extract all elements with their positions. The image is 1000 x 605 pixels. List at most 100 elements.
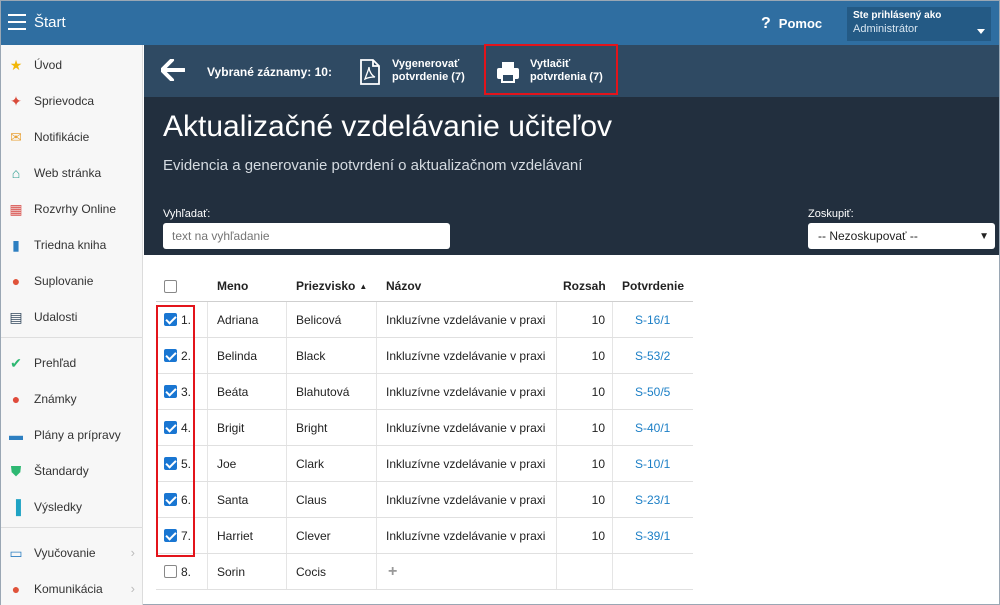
cell-priezvisko: Belicová (296, 312, 342, 327)
sidebar-item-vyucovanie[interactable]: ▭ Vyučovanie › (1, 534, 143, 570)
sidebar-item-label: Štandardy (34, 464, 89, 478)
top-bar: Štart ? Pomoc Ste prihlásený ako Administ… (1, 1, 999, 45)
table-row[interactable]: 2. Belinda Black Inkluzívne vzdelávanie v p… (156, 338, 693, 374)
row-number: 8. (181, 564, 192, 579)
column-divider (286, 374, 287, 409)
table-row[interactable]: 5. Joe Clark Inkluzívne vzdelávanie v praxi… (156, 446, 693, 482)
shield-check-icon: ⛊ (10, 463, 22, 479)
sidebar-item-label: Výsledky (34, 500, 83, 514)
sidebar-item-komunikacia[interactable]: ● Komunikácia › (1, 570, 143, 605)
sidebar-item-sprievodca[interactable]: ✦ Sprievodca (1, 82, 143, 118)
sidebar-item-uvod[interactable]: ★ Úvod (1, 46, 143, 82)
calendar-icon: ▤ (9, 309, 23, 325)
column-divider (207, 446, 208, 481)
table-row[interactable]: 1. Adriana Belicová Inkluzívne vzdelávanie … (156, 302, 693, 338)
home-icon: ⌂ (11, 165, 21, 181)
column-divider (207, 302, 208, 337)
envelope-icon: ✉ (10, 129, 22, 145)
table-row[interactable]: 6. Santa Claus Inkluzívne vzdelávanie v pra… (156, 482, 693, 518)
cell-priezvisko: Claus (296, 492, 327, 507)
column-divider (376, 338, 377, 373)
sidebar-item-suplovanie[interactable]: ● Suplovanie (1, 262, 143, 298)
back-button[interactable] (160, 58, 186, 82)
cell-rozsah: 10 (591, 348, 605, 363)
cell-priezvisko: Clark (296, 456, 325, 471)
cell-rozsah: 10 (591, 456, 605, 471)
table-row[interactable]: 4. Brigit Bright Inkluzívne vzdelávanie v p… (156, 410, 693, 446)
column-divider (207, 410, 208, 445)
cell-nazov: Inkluzívne vzdelávanie v praxi (386, 528, 546, 543)
column-divider (207, 554, 208, 589)
certificate-link[interactable]: S-16/1 (635, 302, 670, 337)
column-divider (286, 446, 287, 481)
search-input[interactable] (163, 223, 450, 249)
cell-rozsah: 10 (591, 528, 605, 543)
sidebar-item-label: Triedna kniha (34, 238, 107, 252)
menu-icon[interactable] (8, 14, 26, 30)
sidebar-item-rozvrhy-online[interactable]: ▦ Rozvrhy Online (1, 190, 143, 226)
column-divider (286, 518, 287, 553)
cell-rozsah: 10 (591, 384, 605, 399)
app-title[interactable]: Štart (34, 14, 66, 31)
table-row[interactable]: 3. Beáta Blahutová Inkluzívne vzdelávanie v… (156, 374, 693, 410)
col-rozsah[interactable]: Rozsah (563, 271, 606, 301)
sidebar-item-plany[interactable]: ▬ Plány a prípravy (1, 416, 143, 452)
cell-nazov: Inkluzívne vzdelávanie v praxi (386, 312, 546, 327)
table-row[interactable]: 7. Harriet Clever Inkluzívne vzdelávanie v … (156, 518, 693, 554)
certificate-link[interactable]: S-10/1 (635, 446, 670, 481)
cell-nazov: Inkluzívne vzdelávanie v praxi (386, 384, 546, 399)
column-divider (612, 446, 613, 481)
add-course-button[interactable]: + (388, 554, 397, 589)
col-nazov[interactable]: Názov (386, 271, 421, 301)
certificate-link[interactable]: S-40/1 (635, 410, 670, 445)
column-divider (207, 338, 208, 373)
sidebar-item-label: Suplovanie (34, 274, 94, 288)
select-all-checkbox[interactable] (164, 271, 181, 301)
col-priezvisko[interactable]: Priezvisko ▲ (296, 271, 367, 301)
person-icon: ● (11, 273, 21, 289)
col-potvrdenie[interactable]: Potvrdenie (622, 271, 684, 301)
cell-nazov: Inkluzívne vzdelávanie v praxi (386, 348, 546, 363)
grades-icon: ● (11, 391, 21, 407)
sidebar-item-web-stranka[interactable]: ⌂ Web stránka (1, 154, 143, 190)
row-checkbox[interactable] (164, 565, 177, 578)
row-select[interactable]: 8. (164, 554, 191, 589)
col-meno[interactable]: Meno (217, 271, 248, 301)
user-dropdown[interactable]: Ste prihlásený ako Administrátor (847, 7, 991, 41)
page-title: Aktualizačné vzdelávanie učiteľov (163, 110, 613, 143)
cell-nazov: Inkluzívne vzdelávanie v praxi (386, 420, 546, 435)
column-divider (376, 482, 377, 517)
group-select[interactable]: -- Nezoskupovať -- ▼ (808, 223, 995, 249)
certificate-link[interactable]: S-53/2 (635, 338, 670, 373)
help-link[interactable]: ? Pomoc (761, 15, 822, 33)
sidebar-item-prehlad[interactable]: ✔ Prehľad (1, 344, 143, 380)
column-divider (612, 302, 613, 337)
sidebar-item-udalosti[interactable]: ▤ Udalosti (1, 298, 143, 334)
certificate-link[interactable]: S-50/5 (635, 374, 670, 409)
cell-meno: Santa (217, 492, 249, 507)
chevron-right-icon: › (130, 581, 135, 596)
chat-icon: ● (11, 581, 21, 597)
sidebar-item-label: Sprievodca (34, 94, 95, 108)
col-priezvisko-label: Priezvisko (296, 279, 356, 293)
sidebar-item-label: Notifikácie (34, 130, 90, 144)
sidebar-item-znamky[interactable]: ● Známky (1, 380, 143, 416)
column-divider (286, 338, 287, 373)
column-divider (612, 374, 613, 409)
cell-meno: Harriet (217, 528, 254, 543)
sidebar-item-standardy[interactable]: ⛊ Štandardy (1, 452, 143, 488)
cell-rozsah: 10 (591, 312, 605, 327)
sidebar-item-triedna-kniha[interactable]: ▮ Triedna kniha (1, 226, 143, 262)
sidebar-item-label: Úvod (34, 58, 63, 72)
sidebar-item-vysledky[interactable]: ▐ Výsledky (1, 488, 143, 524)
question-icon: ? (761, 15, 771, 32)
certificate-link[interactable]: S-39/1 (635, 518, 670, 553)
certificate-link[interactable]: S-23/1 (635, 482, 670, 517)
sidebar-item-notifikacie[interactable]: ✉ Notifikácie (1, 118, 143, 154)
briefcase-icon: ▬ (9, 427, 23, 443)
table-row[interactable]: 8. Sorin Cocis + (156, 554, 693, 590)
column-divider (612, 518, 613, 553)
pdf-icon (360, 59, 380, 85)
column-divider (286, 482, 287, 517)
column-divider (207, 374, 208, 409)
